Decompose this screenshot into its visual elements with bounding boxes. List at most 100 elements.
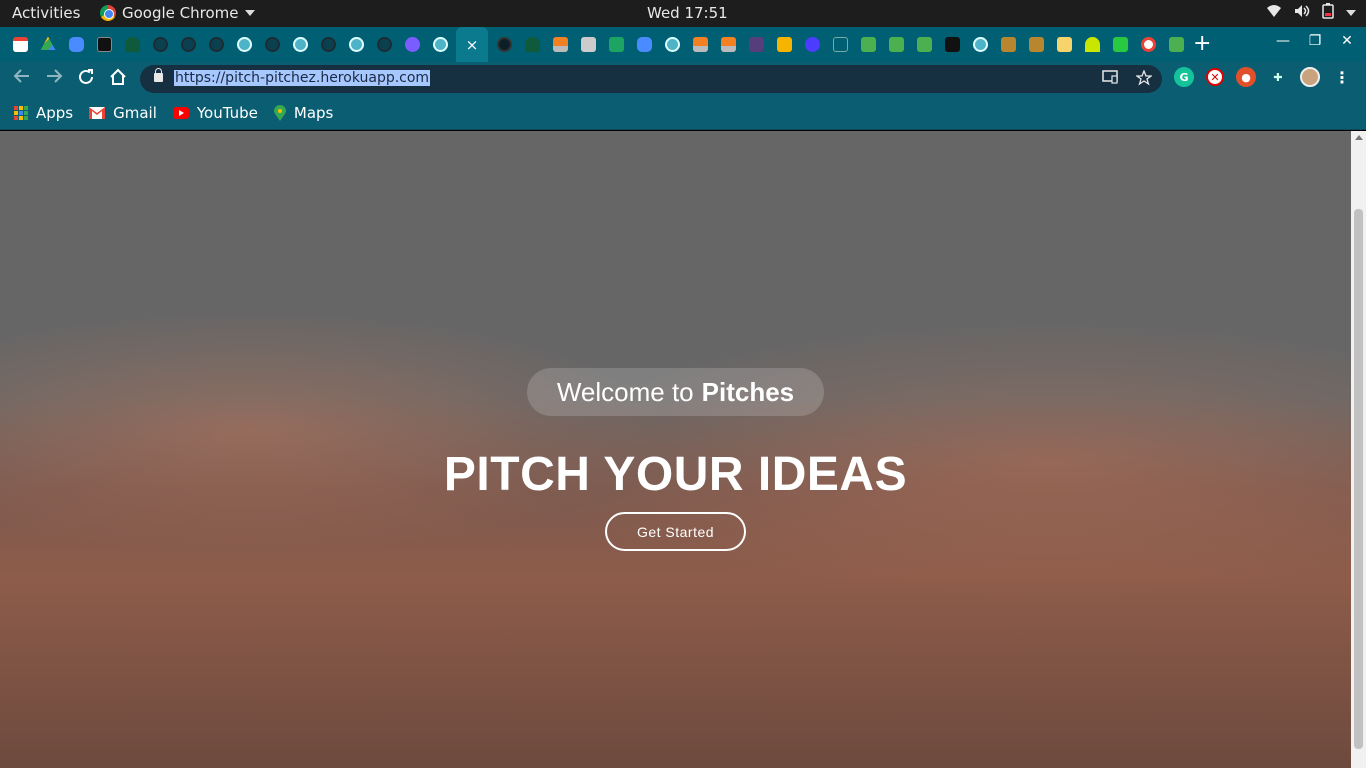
- bookmark-label: Apps: [36, 103, 74, 122]
- reload-button[interactable]: [77, 68, 95, 91]
- github-icon: [180, 36, 196, 52]
- tab-active-pitches[interactable]: ×: [456, 27, 488, 62]
- tab-stackoverflow[interactable]: [716, 33, 740, 55]
- grammarly-icon[interactable]: G: [1174, 67, 1194, 87]
- tab-globe[interactable]: [492, 33, 516, 55]
- globe-icon: [432, 36, 448, 52]
- bookmark-apps[interactable]: Apps: [14, 104, 73, 122]
- cast-icon[interactable]: [1102, 70, 1118, 90]
- tab-google[interactable]: [1136, 33, 1160, 55]
- fox-extension-icon[interactable]: ●: [1236, 67, 1256, 87]
- bookmark-star-icon[interactable]: [1135, 69, 1153, 90]
- tab-list: [8, 33, 452, 55]
- forward-button[interactable]: [45, 68, 63, 89]
- url-text[interactable]: https://pitch-pitchez.herokuapp.com: [174, 70, 431, 86]
- tab-globe[interactable]: [288, 33, 312, 55]
- battery-icon[interactable]: [1322, 3, 1334, 23]
- tab-zoom[interactable]: [64, 33, 88, 55]
- page-scrollbar[interactable]: [1351, 131, 1366, 768]
- tab-github[interactable]: [204, 33, 228, 55]
- tab-signal[interactable]: [1080, 33, 1104, 55]
- system-tray[interactable]: [1266, 3, 1356, 23]
- system-top-bar: Activities Google Chrome Wed 17:51: [0, 0, 1366, 27]
- tab-feather[interactable]: [828, 33, 852, 55]
- notion-icon: [96, 36, 112, 52]
- bookmark-gmail[interactable]: Gmail: [89, 104, 157, 122]
- globe-icon: [664, 36, 680, 52]
- avatar[interactable]: [1300, 67, 1320, 87]
- close-window-button[interactable]: ✕: [1340, 33, 1354, 49]
- minimize-button[interactable]: —: [1276, 33, 1290, 49]
- tab-s[interactable]: [940, 33, 964, 55]
- scrollbar-thumb[interactable]: [1354, 209, 1363, 749]
- tab-tree[interactable]: [120, 33, 144, 55]
- wifi-icon[interactable]: [1266, 4, 1282, 22]
- tab-plus[interactable]: [604, 33, 628, 55]
- lock-icon[interactable]: [154, 68, 163, 82]
- bookmarks-bar: Apps Gmail YouTube Maps: [0, 96, 1366, 130]
- globe-icon: [292, 36, 308, 52]
- tree-icon: [124, 36, 140, 52]
- tab-book[interactable]: [1024, 33, 1048, 55]
- tab-drive[interactable]: [36, 33, 60, 55]
- address-bar[interactable]: https://pitch-pitchez.herokuapp.com: [140, 65, 1162, 93]
- home-button[interactable]: [109, 68, 127, 91]
- tab-folder[interactable]: [1052, 33, 1076, 55]
- globe-icon: [972, 36, 988, 52]
- tab-stackoverflow[interactable]: [548, 33, 572, 55]
- github-icon: [376, 36, 392, 52]
- activities-button[interactable]: Activities: [12, 4, 80, 22]
- tab-github[interactable]: [260, 33, 284, 55]
- tab-github[interactable]: [372, 33, 396, 55]
- new-tab-button[interactable]: +: [1193, 31, 1211, 56]
- bookmark-maps[interactable]: Maps: [273, 104, 333, 122]
- tab-globe[interactable]: [968, 33, 992, 55]
- tab-globe[interactable]: [232, 33, 256, 55]
- book-icon: [1028, 36, 1044, 52]
- get-started-button[interactable]: Get Started: [605, 512, 746, 551]
- tab-tree[interactable]: [520, 33, 544, 55]
- app-menu-label: Google Chrome: [122, 4, 239, 22]
- tab-github[interactable]: [148, 33, 172, 55]
- tab-bot[interactable]: [400, 33, 424, 55]
- tab-zoom[interactable]: [632, 33, 656, 55]
- restore-button[interactable]: ❐: [1308, 33, 1322, 49]
- clock[interactable]: Wed 17:51: [647, 4, 728, 22]
- tab-w3[interactable]: [856, 33, 880, 55]
- back-button[interactable]: [13, 68, 31, 89]
- bookmark-youtube[interactable]: YouTube: [172, 104, 258, 122]
- blocker-icon[interactable]: ✕: [1206, 68, 1224, 86]
- chevron-down-icon[interactable]: [1346, 10, 1356, 16]
- tab-list-right: [492, 33, 1188, 55]
- tab-github[interactable]: [316, 33, 340, 55]
- gmail-icon: [12, 36, 28, 52]
- close-icon[interactable]: ×: [466, 36, 479, 54]
- scroll-up-icon[interactable]: [1355, 135, 1363, 140]
- puzzle-icon[interactable]: ✚: [1268, 67, 1288, 87]
- tab-bootstrap[interactable]: [744, 33, 768, 55]
- volume-icon[interactable]: [1294, 4, 1310, 22]
- tab-globe[interactable]: [428, 33, 452, 55]
- kebab-menu-icon[interactable]: ⋮: [1332, 67, 1352, 87]
- tab-stackoverflow[interactable]: [688, 33, 712, 55]
- app-menu[interactable]: Google Chrome: [100, 4, 255, 22]
- tab-f[interactable]: [800, 33, 824, 55]
- tab-w3[interactable]: [1164, 33, 1188, 55]
- tab-globe[interactable]: [660, 33, 684, 55]
- github-icon: [208, 36, 224, 52]
- tab-slides[interactable]: [772, 33, 796, 55]
- w3-icon: [1168, 36, 1184, 52]
- tab-robot[interactable]: [576, 33, 600, 55]
- tab-notion[interactable]: [92, 33, 116, 55]
- bookmark-label: Gmail: [113, 103, 157, 122]
- globe-icon: [348, 36, 364, 52]
- tab-book[interactable]: [996, 33, 1020, 55]
- folder-icon: [1056, 36, 1072, 52]
- tab-globe[interactable]: [344, 33, 368, 55]
- tab-gmail[interactable]: [8, 33, 32, 55]
- zoom-icon: [636, 36, 652, 52]
- tab-px[interactable]: [1108, 33, 1132, 55]
- tab-w3[interactable]: [884, 33, 908, 55]
- tab-w3[interactable]: [912, 33, 936, 55]
- tab-github[interactable]: [176, 33, 200, 55]
